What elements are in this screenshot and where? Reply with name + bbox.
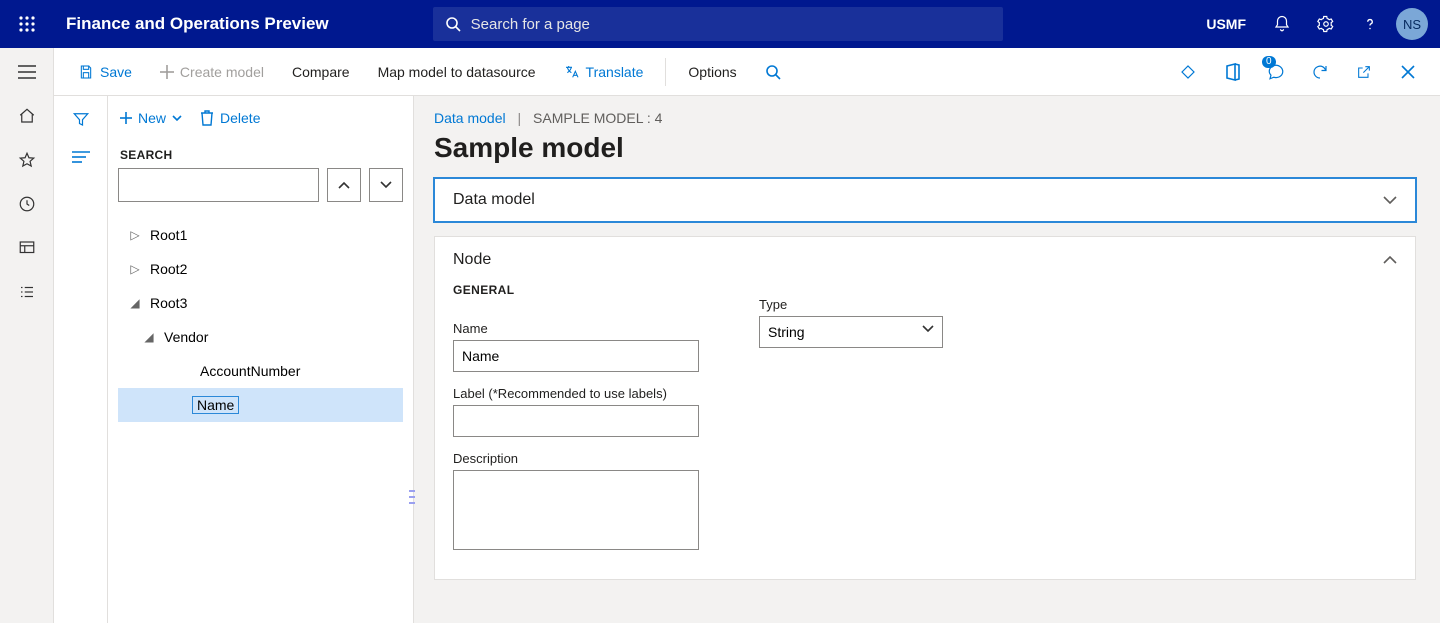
collapse-icon[interactable]: ◢ [142, 330, 156, 344]
settings-icon[interactable] [1304, 0, 1348, 48]
search-placeholder: Search for a page [471, 16, 590, 33]
fasttab-node[interactable]: Node [453, 251, 491, 269]
app-title: Finance and Operations Preview [54, 14, 353, 34]
search-label: SEARCH [120, 148, 403, 162]
filter-icon[interactable] [72, 110, 90, 128]
name-label: Name [453, 321, 699, 336]
description-label: Description [453, 451, 699, 466]
description-field[interactable] [453, 470, 699, 550]
group-general: GENERAL [453, 283, 699, 297]
section-node: Node GENERAL Name [434, 236, 1416, 580]
tree-panel: New Delete SEARCH [108, 96, 414, 623]
main-panel: Data model | SAMPLE MODEL : 4 Sample mod… [414, 96, 1440, 623]
save-icon [78, 64, 94, 80]
tree-node-vendor[interactable]: ◢ Vendor [118, 320, 403, 354]
messages-badge: 0 [1262, 56, 1276, 68]
trash-icon [200, 110, 214, 126]
chevron-up-icon [338, 181, 350, 189]
modules-icon[interactable] [15, 280, 39, 304]
office-icon[interactable] [1214, 54, 1250, 90]
search-next-button[interactable] [369, 168, 403, 202]
panel-tools [54, 96, 108, 623]
search-prev-button[interactable] [327, 168, 361, 202]
translate-button[interactable]: Translate [554, 58, 654, 86]
tree-node-root2[interactable]: ▷ Root2 [118, 252, 403, 286]
action-bar: Save Create model Compare Map model to d… [54, 48, 1440, 96]
recent-icon[interactable] [15, 192, 39, 216]
save-button[interactable]: Save [68, 58, 142, 86]
chevron-down-icon [172, 115, 182, 121]
name-field[interactable] [453, 340, 699, 372]
home-icon[interactable] [15, 104, 39, 128]
breadcrumb-link[interactable]: Data model [434, 110, 506, 126]
label-field[interactable] [453, 405, 699, 437]
popout-icon[interactable] [1346, 54, 1382, 90]
refresh-icon[interactable] [1302, 54, 1338, 90]
breadcrumb-current: SAMPLE MODEL : 4 [533, 110, 662, 126]
legal-entity[interactable]: USMF [1192, 16, 1260, 32]
avatar[interactable]: NS [1396, 8, 1428, 40]
tree-search-input[interactable] [118, 168, 319, 202]
type-label: Type [759, 297, 943, 312]
page-title: Sample model [434, 132, 1416, 164]
favorites-icon[interactable] [15, 148, 39, 172]
chevron-down-icon [380, 181, 392, 189]
chevron-down-icon [922, 325, 934, 333]
close-icon[interactable] [1390, 54, 1426, 90]
create-model-button: Create model [150, 58, 274, 86]
global-search[interactable]: Search for a page [433, 7, 1003, 41]
map-model-button[interactable]: Map model to datasource [368, 58, 546, 86]
tree-node-root3[interactable]: ◢ Root3 [118, 286, 403, 320]
plus-icon [160, 65, 174, 79]
hamburger-icon[interactable] [15, 60, 39, 84]
expand-icon[interactable]: ▷ [128, 228, 142, 242]
workspaces-icon[interactable] [15, 236, 39, 260]
tree-node-name[interactable]: Name [118, 388, 403, 422]
delete-node-button[interactable]: Delete [200, 110, 260, 126]
options-button[interactable]: Options [678, 58, 746, 86]
nav-rail [0, 48, 54, 623]
resize-handle[interactable] [409, 490, 415, 504]
attachments-icon[interactable] [1170, 54, 1206, 90]
related-icon[interactable] [72, 150, 90, 164]
notifications-icon[interactable] [1260, 0, 1304, 48]
messages-icon[interactable]: 0 [1258, 54, 1294, 90]
breadcrumb: Data model | SAMPLE MODEL : 4 [434, 110, 1416, 126]
expand-icon[interactable]: ▷ [128, 262, 142, 276]
topbar: Finance and Operations Preview Search fo… [0, 0, 1440, 48]
tree-node-root1[interactable]: ▷ Root1 [118, 218, 403, 252]
find-icon [765, 64, 781, 80]
label-label: Label (*Recommended to use labels) [453, 386, 699, 401]
chevron-up-icon[interactable] [1383, 256, 1397, 264]
tree: ▷ Root1 ▷ Root2 ◢ Root3 ◢ Vendor [118, 212, 403, 422]
plus-icon [120, 112, 132, 124]
search-icon [445, 16, 461, 32]
tree-node-accountnumber[interactable]: AccountNumber [118, 354, 403, 388]
translate-icon [564, 64, 580, 80]
fasttab-data-model[interactable]: Data model [434, 178, 1416, 222]
waffle-icon[interactable] [0, 0, 54, 48]
help-icon[interactable] [1348, 0, 1392, 48]
find-button[interactable] [755, 58, 791, 86]
chevron-down-icon [1383, 196, 1397, 204]
new-node-button[interactable]: New [120, 110, 182, 126]
collapse-icon[interactable]: ◢ [128, 296, 142, 310]
type-select[interactable]: String [759, 316, 943, 348]
compare-button[interactable]: Compare [282, 58, 360, 86]
